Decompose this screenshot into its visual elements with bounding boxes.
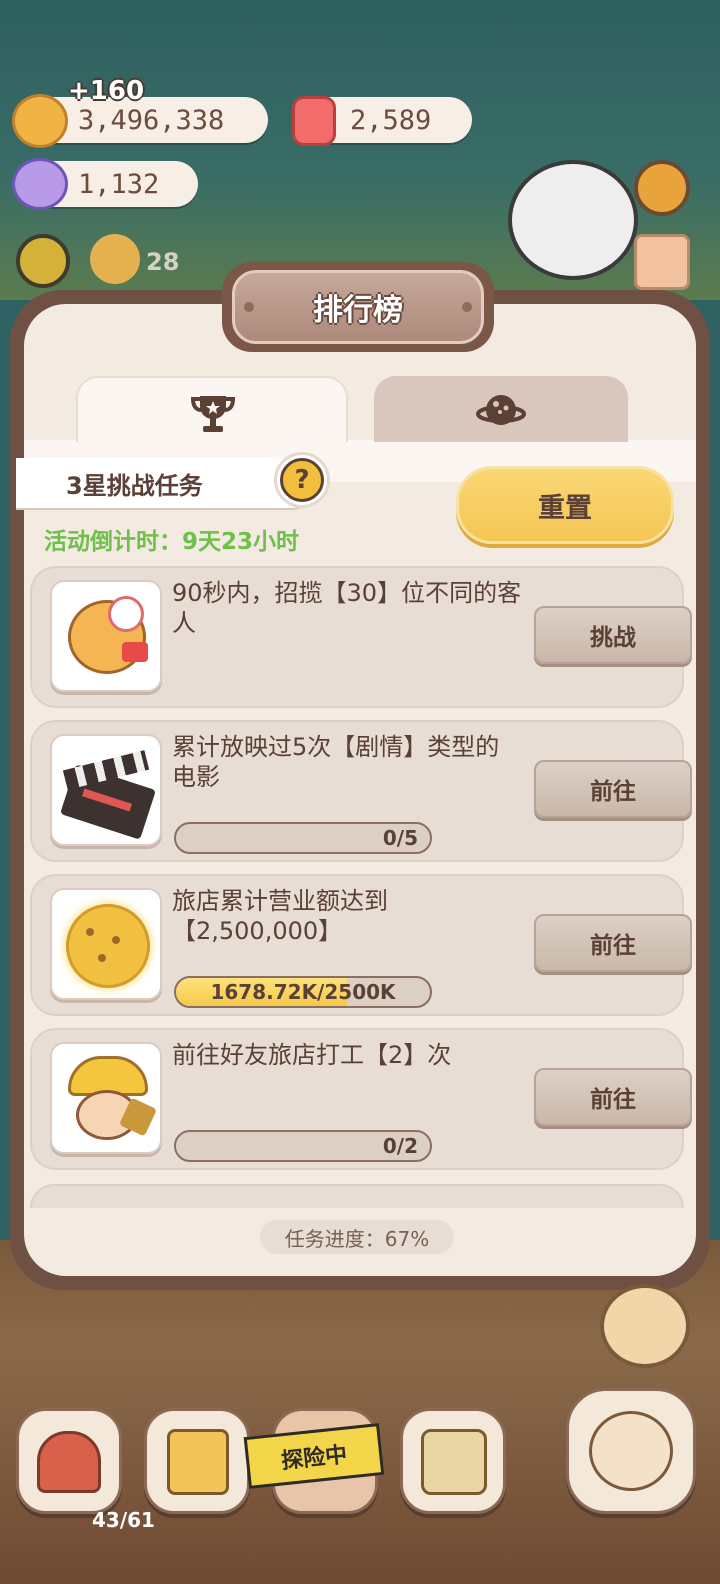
help-button[interactable]: ? — [274, 452, 330, 508]
reset-button-label: 重置 — [538, 492, 592, 524]
rivet-icon — [462, 302, 472, 312]
task-progress-summary: 任务进度：67% — [260, 1220, 454, 1254]
house-icon — [37, 1431, 101, 1493]
pet-icon — [589, 1411, 673, 1491]
candle-icon — [292, 96, 336, 146]
progress-label: 0/2 — [382, 1134, 418, 1158]
task-progress-bar: 0/2 — [174, 1130, 432, 1162]
task-progress-bar: 1678.72K/2500K — [174, 976, 432, 1008]
task-card: 90秒内，招揽【30】位不同的客人 挑战 — [30, 566, 692, 708]
worker-character-icon — [50, 1042, 162, 1154]
task-description: 累计放映过5次【剧情】类型的电影 — [172, 733, 500, 791]
challenge-button-label: 挑战 — [590, 625, 636, 651]
character-avatar — [90, 234, 140, 284]
task-description: 前往好友旅店打工【2】次 — [172, 1041, 452, 1069]
event-countdown: 活动倒计时：9天23小时 — [44, 529, 300, 555]
go-button[interactable]: 前往 — [534, 914, 692, 972]
exploring-label: 探险中 — [280, 1442, 349, 1475]
progress-label: 0/5 — [382, 826, 418, 850]
shop-character-icon[interactable] — [600, 1284, 690, 1368]
tab-trophy[interactable] — [76, 376, 348, 442]
candle-count: 2,589 — [350, 104, 432, 136]
task-progress-bar: 0/5 — [174, 822, 432, 854]
notebook-icon — [167, 1429, 229, 1495]
tab-planet[interactable] — [374, 376, 628, 442]
gear-icon[interactable] — [634, 160, 690, 216]
pet-avatar[interactable] — [16, 234, 70, 288]
cookie-count: 3,496,338 — [78, 104, 225, 136]
task-card-partial — [30, 1184, 684, 1208]
rivet-icon — [244, 302, 254, 312]
kitchen-menu-button[interactable] — [400, 1408, 506, 1514]
challenge-label: 3星挑战任务 — [16, 458, 316, 508]
candy-icon — [12, 158, 68, 210]
progress-label: 1678.72K/2500K — [210, 980, 396, 1004]
pet-menu-button[interactable] — [566, 1388, 696, 1514]
task-card: 旅店累计营业额达到【2,500,000】 1678.72K/2500K 前往 — [30, 874, 692, 1016]
panel-title: 排行榜 — [313, 293, 403, 328]
stove-icon — [421, 1429, 487, 1495]
go-button-label: 前往 — [590, 779, 636, 805]
clapperboard-icon — [50, 734, 162, 846]
cookie-coin-icon — [50, 888, 162, 1000]
cookie-gain-badge: +160 — [68, 76, 145, 106]
go-button-label: 前往 — [590, 933, 636, 959]
panda-decoration — [508, 160, 638, 280]
level-badge: 28 — [146, 248, 180, 276]
go-button-label: 前往 — [590, 1087, 636, 1113]
title-plate-inner: 排行榜 — [232, 270, 484, 344]
task-card: 累计放映过5次【剧情】类型的电影 0/5 前往 — [30, 720, 692, 862]
customers-icon — [50, 580, 162, 692]
reset-button[interactable]: 重置 — [456, 466, 674, 544]
house-menu-button[interactable] — [16, 1408, 122, 1514]
stamp-icon[interactable] — [634, 234, 690, 290]
task-progress-text: 任务进度：67% — [284, 1226, 430, 1251]
go-button[interactable]: 前往 — [534, 760, 692, 818]
capacity-counter: 43/61 — [92, 1508, 155, 1532]
cookie-icon — [12, 94, 68, 148]
go-button[interactable]: 前往 — [534, 1068, 692, 1126]
task-description: 90秒内，招揽【30】位不同的客人 — [172, 579, 522, 637]
planet-icon — [476, 395, 526, 425]
task-description: 旅店累计营业额达到【2,500,000】 — [172, 887, 388, 945]
task-card: 前往好友旅店打工【2】次 0/2 前往 — [30, 1028, 692, 1170]
challenge-title: 3星挑战任务 — [66, 471, 203, 500]
notebook-menu-button[interactable] — [144, 1408, 250, 1514]
challenge-button[interactable]: 挑战 — [534, 606, 692, 664]
candy-count: 1,132 — [78, 168, 160, 200]
question-icon: ? — [280, 458, 324, 502]
trophy-icon — [190, 396, 236, 432]
